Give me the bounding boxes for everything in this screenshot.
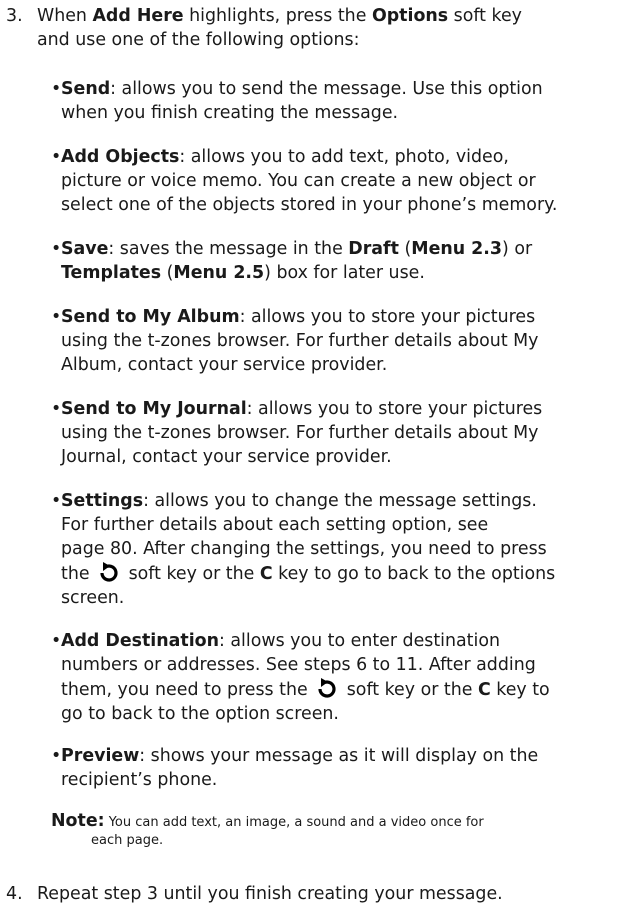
bullet-dot: • [51, 631, 62, 651]
step-number: 3. [6, 6, 23, 26]
note-text: You can add text, an image, a sound and … [104, 815, 484, 830]
bullet-dot: • [51, 307, 62, 327]
bullet-dot: • [51, 399, 62, 419]
bullet-dot: • [51, 79, 62, 99]
bullet-dot: • [51, 746, 62, 766]
bullet-dot: • [51, 147, 62, 167]
bullet-dot: • [51, 491, 62, 511]
note-label: Note: [51, 811, 105, 831]
undo-arrow-icon [316, 677, 338, 699]
note: Note: You can add text, an image, a soun… [51, 812, 629, 850]
note-text-continued: each page. [91, 833, 164, 848]
bullet-dot: • [51, 239, 62, 259]
step-4-text: Repeat step 3 until you finish creating … [37, 884, 503, 904]
undo-arrow-icon [98, 561, 120, 583]
step-3-text: When Add Here highlights, press the Opti… [37, 6, 522, 50]
step-number: 4. [6, 884, 23, 904]
